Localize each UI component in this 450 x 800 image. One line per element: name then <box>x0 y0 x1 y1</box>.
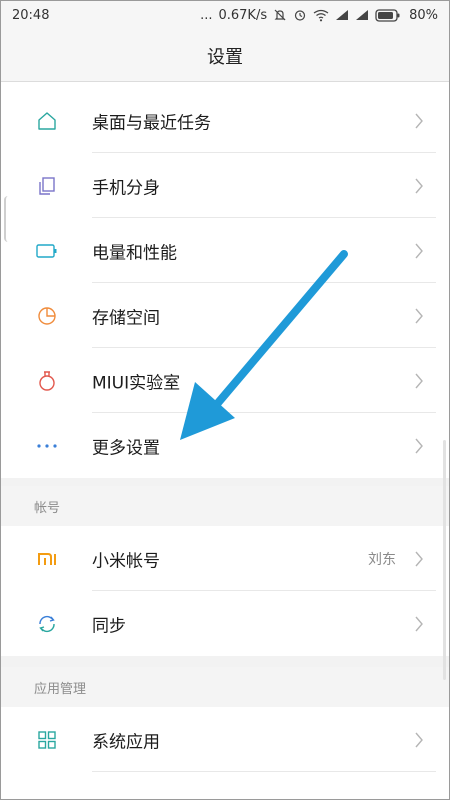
settings-item-desktop[interactable]: 桌面与最近任务 <box>0 88 450 153</box>
chevron-right-icon <box>415 113 423 128</box>
status-bar: 20:48 ... 0.67K/s 80% <box>0 0 450 30</box>
section-title: 帐号 <box>34 500 61 516</box>
settings-item-more[interactable]: 更多设置 <box>0 413 450 478</box>
chevron-right-icon <box>415 438 423 453</box>
section-header-apps: 应用管理 <box>0 667 450 707</box>
sync-icon <box>36 613 58 635</box>
mi-logo-icon <box>36 548 58 570</box>
chevron-right-icon <box>415 616 423 631</box>
dual-app-icon <box>36 175 58 197</box>
scrollbar[interactable] <box>443 440 446 680</box>
grid-apps-icon <box>36 729 58 751</box>
settings-item-label: 桌面与最近任务 <box>92 113 211 133</box>
mute-icon <box>273 8 287 22</box>
page-title: 设置 <box>207 46 243 68</box>
settings-item-dual-apps[interactable]: 手机分身 <box>0 153 450 218</box>
settings-item-partial[interactable] <box>0 772 450 800</box>
chevron-right-icon <box>415 373 423 388</box>
wifi-icon <box>313 9 329 22</box>
status-time: 20:48 <box>12 7 50 23</box>
section-title: 应用管理 <box>34 681 87 697</box>
settings-item-label: 电量和性能 <box>92 243 177 263</box>
storage-pie-icon <box>36 305 58 327</box>
settings-item-label: 手机分身 <box>92 178 160 198</box>
settings-item-sync[interactable]: 同步 <box>0 591 450 656</box>
settings-item-label: 小米帐号 <box>92 551 160 571</box>
home-icon <box>36 110 58 132</box>
status-dots: ... <box>200 7 213 23</box>
settings-item-label: 存储空间 <box>92 308 160 328</box>
chevron-right-icon <box>415 308 423 323</box>
chevron-right-icon <box>415 732 423 747</box>
settings-item-battery[interactable]: 电量和性能 <box>0 218 450 283</box>
more-dots-icon <box>36 435 58 457</box>
chevron-right-icon <box>415 243 423 258</box>
settings-item-miui-lab[interactable]: MIUI实验室 <box>0 348 450 413</box>
title-bar: 设置 <box>0 30 450 82</box>
settings-list: 桌面与最近任务 手机分身 电量和性能 存储空间 MIUI实验室 更多设置 帐号 … <box>0 82 450 800</box>
signal-icon-1 <box>335 9 349 21</box>
lab-flask-icon <box>36 370 58 392</box>
settings-item-system-apps[interactable]: 系统应用 <box>0 707 450 772</box>
battery-percent: 80% <box>409 7 438 23</box>
chevron-right-icon <box>415 178 423 193</box>
signal-icon-2 <box>355 9 369 21</box>
alarm-icon <box>293 8 307 22</box>
account-username: 刘东 <box>368 551 396 568</box>
section-header-account: 帐号 <box>0 486 450 526</box>
battery-icon <box>36 240 58 262</box>
edge-swipe-handle <box>4 196 12 242</box>
settings-item-storage[interactable]: 存储空间 <box>0 283 450 348</box>
settings-item-label: 同步 <box>92 616 126 636</box>
battery-status-icon <box>375 8 401 22</box>
settings-item-label: MIUI实验室 <box>92 373 181 393</box>
settings-item-label: 系统应用 <box>92 732 160 752</box>
settings-item-mi-account[interactable]: 小米帐号 刘东 <box>0 526 450 591</box>
chevron-right-icon <box>415 551 423 566</box>
settings-item-label: 更多设置 <box>92 438 160 458</box>
network-speed: 0.67K/s <box>218 7 268 23</box>
